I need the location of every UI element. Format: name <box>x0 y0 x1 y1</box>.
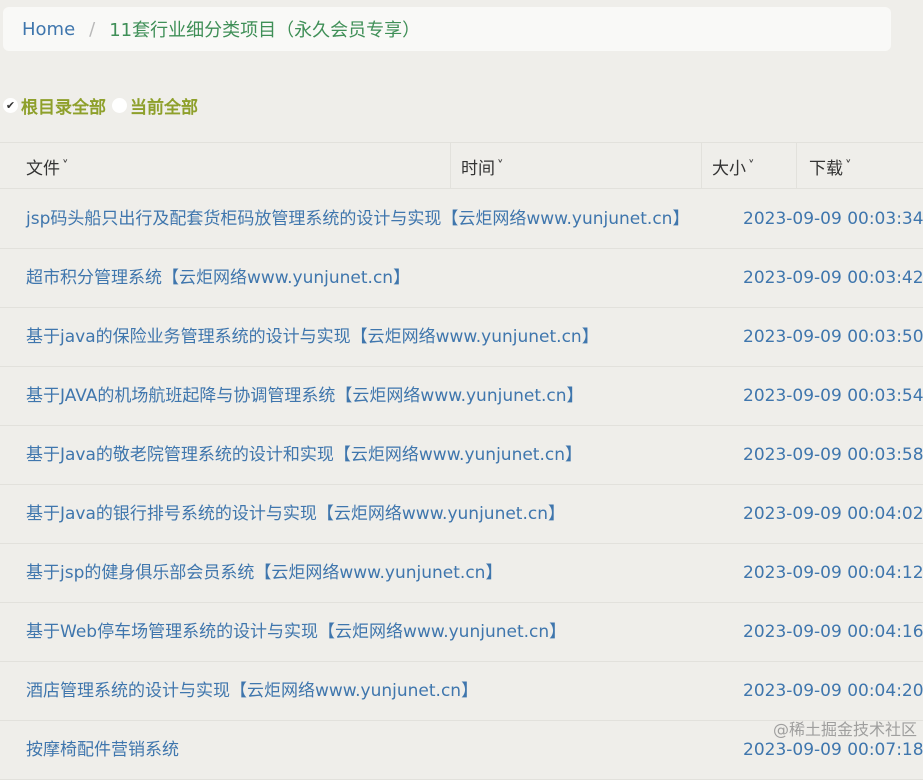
file-link[interactable]: jsp码头船只出行及配套货柜码放管理系统的设计与实现【云炬网络www.yunju… <box>26 190 689 248</box>
file-time: 2023-09-09 00:04:16 <box>743 622 923 642</box>
filter-root-all[interactable]: ✔ 根目录全部 <box>3 93 106 118</box>
table-row: 酒店管理系统的设计与实现【云炬网络www.yunjunet.cn】 2023-0… <box>0 662 923 721</box>
table-row: 超市积分管理系统【云炬网络www.yunjunet.cn】 2023-09-09… <box>0 249 923 308</box>
filter-root-all-label: 根目录全部 <box>21 97 106 118</box>
filter-current-all-label: 当前全部 <box>130 97 198 118</box>
column-header-size-label: 大小 <box>712 158 746 179</box>
chevron-down-icon: ˅ <box>62 158 69 174</box>
table-row: 基于JAVA的机场航班起降与协调管理系统【云炬网络www.yunjunet.cn… <box>0 367 923 426</box>
column-header-time-label: 时间 <box>461 158 495 179</box>
filter-options: ✔ 根目录全部 当前全部 <box>3 92 198 118</box>
chevron-down-icon: ˅ <box>845 158 852 174</box>
watermark: @稀土掘金技术社区 <box>772 720 917 739</box>
column-header-download-label: 下载 <box>809 158 843 179</box>
table-row: jsp码头船只出行及配套货柜码放管理系统的设计与实现【云炬网络www.yunju… <box>0 190 923 249</box>
file-time: 2023-09-09 00:03:42 <box>743 268 923 288</box>
breadcrumb: Home / 11套行业细分类项目（永久会员专享） <box>3 7 891 51</box>
table-row: 基于java的保险业务管理系统的设计与实现【云炬网络www.yunjunet.c… <box>0 308 923 367</box>
file-link[interactable]: 基于java的保险业务管理系统的设计与实现【云炬网络www.yunjunet.c… <box>26 308 599 366</box>
file-time: 2023-09-09 00:04:12 <box>743 563 923 583</box>
column-header-time[interactable]: 时间 ˅ <box>450 143 701 189</box>
table-row: 基于Java的银行排号系统的设计与实现【云炬网络www.yunjunet.cn】… <box>0 485 923 544</box>
file-time: 2023-09-09 00:03:54 <box>743 386 923 406</box>
radio-checked-icon[interactable]: ✔ <box>3 97 18 113</box>
table-row: 基于Java的敬老院管理系统的设计和实现【云炬网络www.yunjunet.cn… <box>0 426 923 485</box>
file-link[interactable]: 基于Web停车场管理系统的设计与实现【云炬网络www.yunjunet.cn】 <box>26 603 566 661</box>
breadcrumb-current: 11套行业细分类项目（永久会员专享） <box>109 20 421 41</box>
file-link[interactable]: 基于Java的敬老院管理系统的设计和实现【云炬网络www.yunjunet.cn… <box>26 426 582 484</box>
file-list: jsp码头船只出行及配套货柜码放管理系统的设计与实现【云炬网络www.yunju… <box>0 190 923 780</box>
file-time: 2023-09-09 00:03:58 <box>743 445 923 465</box>
file-link[interactable]: 超市积分管理系统【云炬网络www.yunjunet.cn】 <box>26 249 410 307</box>
column-header-size[interactable]: 大小 ˅ <box>701 143 796 189</box>
table-header: 文件 ˅ 时间 ˅ 大小 ˅ 下载 ˅ <box>0 142 923 189</box>
breadcrumb-separator: / <box>89 18 96 40</box>
file-time: 2023-09-09 00:03:34 <box>743 209 923 229</box>
column-header-file-label: 文件 <box>26 158 60 179</box>
breadcrumb-home-link[interactable]: Home <box>22 19 75 40</box>
filter-current-all[interactable]: 当前全部 <box>112 93 198 118</box>
table-row: 基于jsp的健身俱乐部会员系统【云炬网络www.yunjunet.cn】 202… <box>0 544 923 603</box>
file-time: 2023-09-09 00:04:02 <box>743 504 923 524</box>
chevron-down-icon: ˅ <box>497 158 504 174</box>
file-link[interactable]: 按摩椅配件营销系统 <box>26 721 179 779</box>
file-time: 2023-09-09 00:03:50 <box>743 327 923 347</box>
chevron-down-icon: ˅ <box>748 158 755 174</box>
file-link[interactable]: 基于Java的银行排号系统的设计与实现【云炬网络www.yunjunet.cn】 <box>26 485 565 543</box>
table-row: 基于Web停车场管理系统的设计与实现【云炬网络www.yunjunet.cn】 … <box>0 603 923 662</box>
column-header-download[interactable]: 下载 ˅ <box>796 143 923 189</box>
column-header-file[interactable]: 文件 ˅ <box>26 143 450 189</box>
file-link[interactable]: 酒店管理系统的设计与实现【云炬网络www.yunjunet.cn】 <box>26 662 478 720</box>
radio-unchecked-icon[interactable] <box>112 97 127 113</box>
file-link[interactable]: 基于jsp的健身俱乐部会员系统【云炬网络www.yunjunet.cn】 <box>26 544 502 602</box>
file-time: 2023-09-09 00:04:20 <box>743 681 923 701</box>
file-link[interactable]: 基于JAVA的机场航班起降与协调管理系统【云炬网络www.yunjunet.cn… <box>26 367 584 425</box>
